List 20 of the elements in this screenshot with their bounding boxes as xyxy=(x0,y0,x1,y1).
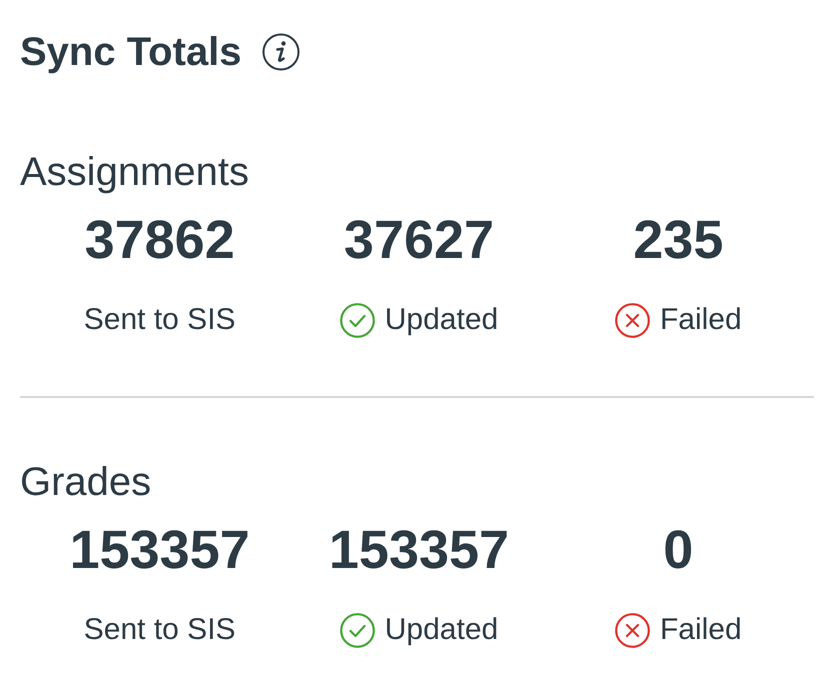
page-title: Sync Totals xyxy=(20,29,242,76)
stat-label: Failed xyxy=(660,612,742,648)
stat-value: 37862 xyxy=(84,210,235,270)
check-circle-icon xyxy=(340,612,375,648)
stat-value: 153357 xyxy=(70,520,250,580)
check-circle-icon xyxy=(340,302,375,338)
stat-value: 0 xyxy=(663,520,694,580)
stat-label: Sent to SIS xyxy=(84,612,236,648)
section-heading: Assignments xyxy=(20,149,250,196)
info-icon[interactable] xyxy=(262,33,300,71)
x-circle-icon xyxy=(614,612,650,648)
stat-label: Sent to SIS xyxy=(84,302,236,338)
stat-label: Updated xyxy=(384,612,498,648)
stat-value: 153357 xyxy=(328,520,510,580)
stat-label: Failed xyxy=(660,302,742,338)
stat-label: Updated xyxy=(384,302,498,338)
stat-value: 235 xyxy=(633,210,724,270)
x-circle-icon xyxy=(614,302,650,338)
stat-value: 37627 xyxy=(344,210,494,270)
section-heading: Grades xyxy=(20,459,152,506)
